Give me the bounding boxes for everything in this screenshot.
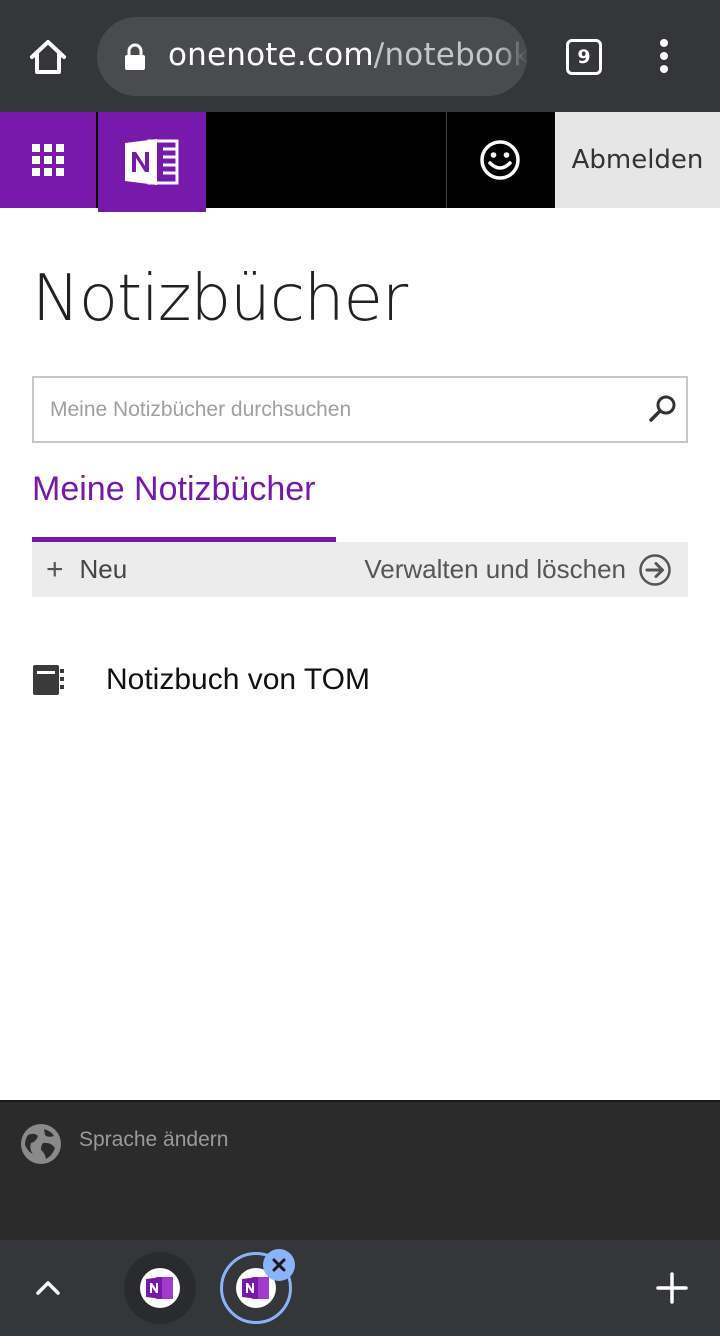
close-tab-button[interactable] xyxy=(263,1249,295,1281)
url-host: onenote.com xyxy=(168,37,374,73)
arrow-right-circle-icon xyxy=(639,553,671,586)
url-fade xyxy=(497,17,527,96)
onenote-logo[interactable] xyxy=(98,112,206,212)
app-launcher-icon xyxy=(32,144,64,176)
page-title: Notizbücher xyxy=(32,262,408,336)
onenote-icon xyxy=(125,139,179,185)
chevron-up-icon[interactable] xyxy=(30,1270,66,1306)
search-box xyxy=(32,376,688,443)
browser-tab-strip xyxy=(0,1240,720,1336)
change-language-link[interactable]: Sprache ändern xyxy=(79,1128,228,1152)
new-notebook-button[interactable]: + Neu xyxy=(46,542,127,597)
notebook-icon xyxy=(33,665,64,695)
notebook-list-item[interactable]: Notizbuch von TOM xyxy=(32,650,688,710)
home-icon xyxy=(30,40,66,74)
feedback-button[interactable] xyxy=(446,112,553,208)
plus-icon: + xyxy=(46,552,64,586)
search-icon[interactable] xyxy=(648,394,678,424)
lock-icon xyxy=(125,43,145,70)
url-text: onenote.com/notebooks xyxy=(168,37,527,73)
manage-delete-button[interactable]: Verwalten und löschen xyxy=(364,542,672,597)
address-bar[interactable]: onenote.com/notebooks xyxy=(97,17,527,96)
tab-my-notebooks[interactable]: Meine Notizbücher xyxy=(32,470,315,509)
onenote-favicon xyxy=(242,1277,269,1299)
plus-icon[interactable] xyxy=(652,1268,692,1308)
new-label: Neu xyxy=(79,554,128,584)
smiley-icon xyxy=(480,140,520,180)
tab-favicon-1 xyxy=(140,1268,180,1308)
browser-toolbar: onenote.com/notebooks 9 xyxy=(0,0,720,112)
globe-icon xyxy=(21,1124,61,1164)
home-button[interactable] xyxy=(22,34,74,80)
app-launcher-button[interactable] xyxy=(0,112,96,208)
manage-label: Verwalten und löschen xyxy=(364,554,626,584)
tab-switcher-button[interactable]: 9 xyxy=(566,39,602,75)
office-header: Abmelden xyxy=(0,112,720,212)
tab-thumbnail-1[interactable] xyxy=(124,1252,196,1324)
onenote-favicon xyxy=(146,1277,173,1299)
signout-button[interactable]: Abmelden xyxy=(555,112,720,208)
notebook-name: Notizbuch von TOM xyxy=(106,663,371,696)
search-input[interactable] xyxy=(34,378,634,441)
close-icon xyxy=(272,1258,286,1272)
more-vert-icon[interactable] xyxy=(650,36,678,76)
page-footer: Sprache ändern xyxy=(0,1100,720,1240)
command-bar: + Neu Verwalten und löschen xyxy=(32,542,688,597)
